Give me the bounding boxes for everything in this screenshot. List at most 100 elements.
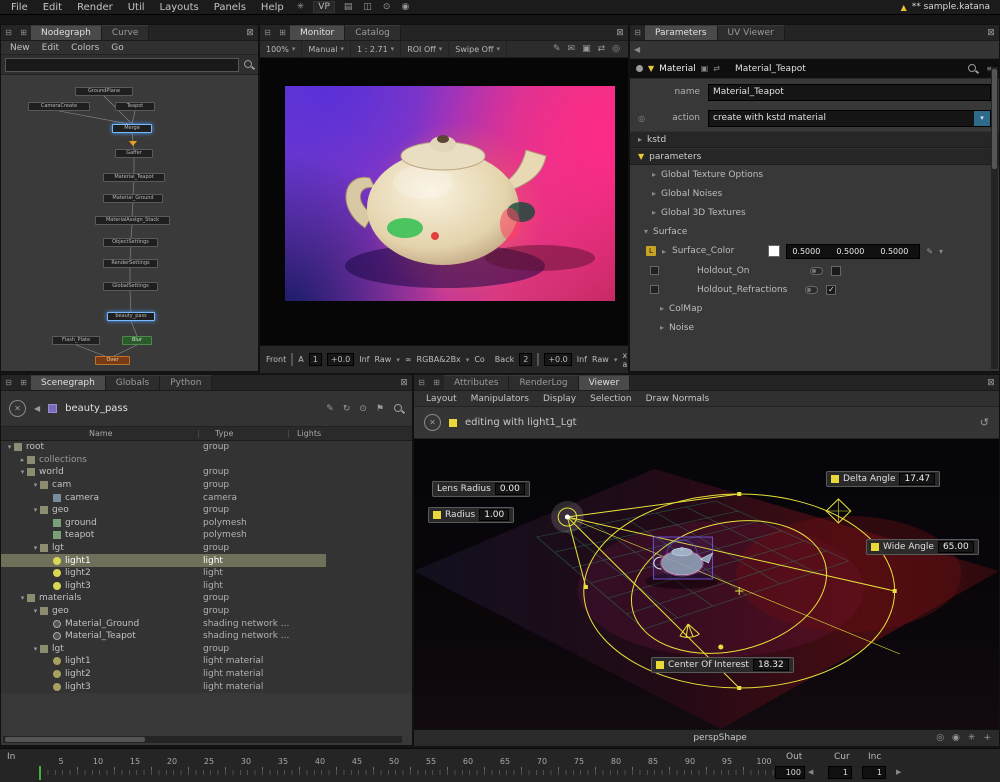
collapsed-icon[interactable]: ▸ (662, 247, 666, 256)
group-global-noises[interactable]: ▸Global Noises (630, 184, 999, 203)
scroll-left-icon[interactable]: ◀ (634, 45, 640, 54)
raw-label[interactable]: Raw (375, 355, 392, 364)
search-icon[interactable] (393, 403, 404, 414)
ng-menu-edit[interactable]: Edit (37, 43, 64, 53)
group-global-3d-textures[interactable]: ▸Global 3D Textures (630, 203, 999, 222)
group-global-texture-options[interactable]: ▸Global Texture Options (630, 165, 999, 184)
node-color-chip[interactable] (636, 65, 643, 72)
menu-panels[interactable]: Panels (207, 2, 253, 13)
node-globalsettings[interactable]: GlobalSettings (103, 282, 158, 291)
column-type[interactable]: Type (215, 429, 233, 438)
scenegraph-hscrollbar[interactable] (3, 736, 402, 743)
frame-tick[interactable]: 20 (167, 757, 177, 766)
tree-row-materials[interactable]: ▾materialsgroup (1, 592, 412, 605)
tree-row-camera[interactable]: cameracamera (1, 491, 412, 504)
tree-row-materials-geo[interactable]: ▾geogroup (1, 605, 412, 618)
history-icon[interactable]: ↺ (980, 416, 989, 429)
frame-tick[interactable]: 75 (574, 757, 584, 766)
node-material-teapot[interactable]: Material_Teapot (103, 173, 165, 182)
tab-monitor[interactable]: Monitor (290, 25, 345, 40)
tab-nodegraph[interactable]: Nodegraph (31, 25, 102, 40)
refresh-icon[interactable]: ↻ (343, 404, 351, 414)
panel-split-icon[interactable]: ⊞ (429, 375, 444, 390)
holdout-on-checkbox[interactable] (831, 266, 841, 276)
update-mode-select[interactable]: Manual▾ (302, 41, 351, 57)
ab-buffer-label[interactable]: A (298, 355, 303, 364)
expanded-icon[interactable]: ▼ (638, 152, 644, 161)
expand-node-icon[interactable]: ▼ (648, 64, 654, 73)
frame-tick[interactable]: 80 (611, 757, 621, 766)
panel-split-icon[interactable]: ⊞ (16, 375, 31, 390)
kstd-section[interactable]: ▸ kstd (630, 131, 999, 148)
power-icon[interactable]: ⊙ (378, 2, 396, 12)
node-teapot[interactable]: Teapot (115, 102, 155, 111)
edit-pen-icon[interactable]: ✎ (326, 404, 334, 414)
ng-menu-colors[interactable]: Colors (66, 43, 104, 53)
color-value-fields[interactable]: 0.5000 0.5000 0.5000 (786, 244, 920, 259)
node-cameracreate[interactable]: CameraCreate (28, 102, 90, 111)
tree-row-root[interactable]: ▾rootgroup (1, 441, 412, 454)
column-name[interactable]: Name (89, 429, 113, 438)
parameters-scrollbar[interactable] (991, 67, 998, 369)
playhead[interactable] (39, 766, 41, 780)
loop-icon[interactable]: ∞ (405, 355, 412, 364)
ratio-select[interactable]: 1 : 2.71▾ (351, 41, 401, 57)
channels-label[interactable]: RGBA&2Bx (417, 355, 461, 364)
current-frame-field[interactable]: 1 (828, 766, 852, 779)
tree-row-lightmat2[interactable]: light2light material (1, 668, 412, 681)
frame-tick[interactable]: 85 (648, 757, 658, 766)
delta-angle-label[interactable]: Delta Angle 17.47 (826, 471, 940, 487)
panel-menu-icon[interactable]: ⊟ (1, 375, 16, 390)
zoom-select[interactable]: 100%▾ (260, 41, 302, 57)
viewer-menu-selection[interactable]: Selection (584, 394, 637, 404)
center-of-interest-label[interactable]: Center Of Interest 18.32 (651, 657, 794, 673)
holdout-refractions-checkbox[interactable]: ✓ (826, 285, 836, 295)
tab-python[interactable]: Python (160, 375, 212, 390)
frame-tick[interactable]: 25 (204, 757, 214, 766)
gear-icon[interactable]: ✳ (292, 2, 310, 12)
annotate-pen-icon[interactable]: ✎ (553, 44, 561, 54)
param-state-icon[interactable]: ◎ (638, 114, 648, 123)
frame-tick[interactable]: 70 (537, 757, 547, 766)
panel-menu-icon[interactable]: ⊟ (414, 375, 429, 390)
back-buffer-value[interactable]: 2 (519, 353, 532, 366)
frame-tick[interactable]: 15 (130, 757, 140, 766)
holdout-refractions-toggle[interactable] (805, 286, 818, 294)
menu-render[interactable]: Render (70, 2, 120, 13)
tree-row-lightmat3[interactable]: light3light material (1, 680, 412, 693)
node-beauty-pass[interactable]: beauty_pass (107, 312, 155, 321)
tab-attributes[interactable]: Attributes (444, 375, 509, 390)
tree-row-material-teapot[interactable]: Material_Teapotshading network ... (1, 630, 412, 643)
tab-viewer[interactable]: Viewer (579, 375, 631, 390)
tree-row-geo[interactable]: ▾geogroup (1, 504, 412, 517)
wide-angle-label[interactable]: Wide Angle 65.00 (866, 539, 979, 555)
inf-label[interactable]: Inf (359, 355, 369, 364)
teapot-object[interactable] (653, 537, 712, 579)
tree-row-world[interactable]: ▾worldgroup (1, 466, 412, 479)
frame-tick[interactable]: 90 (685, 757, 695, 766)
node-name-input[interactable] (708, 84, 991, 101)
back-thumbnail[interactable] (537, 353, 539, 366)
frame-tick[interactable]: 30 (241, 757, 251, 766)
param-box-icon[interactable] (650, 266, 659, 275)
out-frame-field[interactable]: 100 (775, 766, 805, 779)
exposure-offset[interactable]: +0.0 (327, 353, 354, 366)
frame-tick[interactable]: 40 (315, 757, 325, 766)
monitor-canvas[interactable] (260, 58, 628, 345)
frame-tick[interactable]: 10 (93, 757, 103, 766)
collapsed-icon[interactable]: ▸ (638, 135, 642, 144)
frame-tick[interactable]: 45 (352, 757, 362, 766)
frame-tick[interactable]: 60 (463, 757, 473, 766)
frame-tick[interactable]: 50 (389, 757, 399, 766)
node-groundplane[interactable]: GroundPlane (75, 87, 133, 96)
vp-toggle[interactable]: VP (313, 1, 335, 13)
node-material-ground[interactable]: Material_Ground (103, 194, 163, 203)
tree-row-light3[interactable]: light3light (1, 580, 412, 593)
node-flash-plate[interactable]: Flash_Plate (52, 336, 100, 345)
back-icon[interactable]: ◀ (34, 404, 40, 413)
ng-menu-new[interactable]: New (5, 43, 35, 53)
tree-row-light1[interactable]: light1light (1, 554, 412, 567)
holdout-on-toggle[interactable] (810, 267, 823, 275)
timeline-ruler-minor[interactable] (40, 770, 776, 775)
flag-icon[interactable]: ⚑ (376, 404, 384, 414)
